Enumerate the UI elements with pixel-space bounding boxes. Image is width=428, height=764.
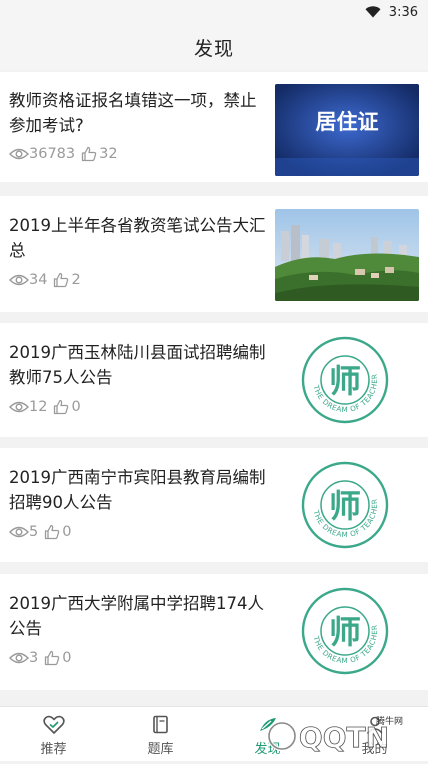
article-card[interactable]: 2019广西玉林陆川县面试招聘编制教师75人公告 12 0 THE DREAM … <box>0 323 428 437</box>
heart-icon <box>42 715 65 734</box>
like-count: 0 <box>71 399 81 415</box>
wifi-icon <box>365 6 381 18</box>
article-meta: 12 0 <box>9 399 81 415</box>
user-icon <box>366 716 383 735</box>
eye-icon <box>9 148 29 160</box>
page-title: 发现 <box>193 37 234 60</box>
article-card[interactable]: 教师资格证报名填错这一项，禁止参加考试? 36783 32 居住证 <box>0 72 428 182</box>
teacher-badge-icon: THE DREAM OF TEACHER 师 <box>300 460 390 550</box>
article-title: 教师资格证报名填错这一项，禁止参加考试? <box>9 91 257 135</box>
tab-question-bank[interactable]: 题库 <box>107 707 214 761</box>
eye-icon <box>9 274 29 286</box>
like-count: 0 <box>62 524 72 540</box>
discover-icon <box>259 718 276 731</box>
tab-label: 推荐 <box>40 742 67 757</box>
badge-character: 师 <box>329 613 361 651</box>
article-card[interactable]: 2019广西南宁市宾阳县教育局编制招聘90人公告 5 0 THE DREAM O… <box>0 448 428 562</box>
tab-label: 我的 <box>361 742 388 757</box>
view-count: 3 <box>29 650 39 666</box>
article-meta: 34 2 <box>9 272 81 288</box>
like-count: 2 <box>71 272 81 288</box>
bottom-tab-bar: 推荐 题库 发现 我的 <box>0 706 428 761</box>
tab-label: 题库 <box>147 742 174 757</box>
eye-icon <box>9 401 29 413</box>
view-count: 5 <box>29 524 39 540</box>
article-title: 2019广西大学附属中学招聘174人公告 <box>9 594 264 638</box>
like-count: 32 <box>99 146 118 162</box>
article-title: 2019上半年各省教资笔试公告大汇总 <box>9 216 266 260</box>
thumbs-up-icon[interactable] <box>81 146 97 162</box>
article-thumbnail <box>275 209 419 301</box>
view-count: 12 <box>29 399 48 415</box>
thumbs-up-icon[interactable] <box>44 650 60 666</box>
badge-character: 师 <box>329 362 361 400</box>
view-count: 36783 <box>29 146 76 162</box>
tab-discover[interactable]: 发现 <box>214 707 321 761</box>
thumbnail-text: 居住证 <box>316 110 379 134</box>
article-meta: 36783 32 <box>9 146 118 162</box>
tab-label: 发现 <box>254 742 281 757</box>
article-thumbnail: 居住证 <box>275 84 419 176</box>
tab-mine[interactable]: 我的 <box>321 707 428 761</box>
teacher-badge-icon: THE DREAM OF TEACHER 师 <box>300 335 390 425</box>
article-card[interactable]: 2019上半年各省教资笔试公告大汇总 34 2 <box>0 196 428 312</box>
article-title: 2019广西南宁市宾阳县教育局编制招聘90人公告 <box>9 468 266 512</box>
like-count: 0 <box>62 650 72 666</box>
eye-icon <box>9 526 29 538</box>
app-header: 发现 <box>0 24 428 70</box>
tab-recommend[interactable]: 推荐 <box>0 707 107 761</box>
status-time: 3:36 <box>388 4 418 20</box>
article-card[interactable]: 2019广西大学附属中学招聘174人公告 3 0 THE DREAM OF TE… <box>0 574 428 690</box>
view-count: 34 <box>29 272 48 288</box>
status-bar: 3:36 <box>0 0 428 24</box>
thumbs-up-icon[interactable] <box>44 524 60 540</box>
teacher-badge-icon: THE DREAM OF TEACHER 师 <box>300 586 390 676</box>
book-icon <box>152 715 168 734</box>
article-title: 2019广西玉林陆川县面试招聘编制教师75人公告 <box>9 343 266 387</box>
eye-icon <box>9 652 29 664</box>
article-meta: 5 0 <box>9 524 71 540</box>
badge-character: 师 <box>329 487 361 525</box>
thumbs-up-icon[interactable] <box>53 272 69 288</box>
article-meta: 3 0 <box>9 650 71 666</box>
thumbs-up-icon[interactable] <box>53 399 69 415</box>
